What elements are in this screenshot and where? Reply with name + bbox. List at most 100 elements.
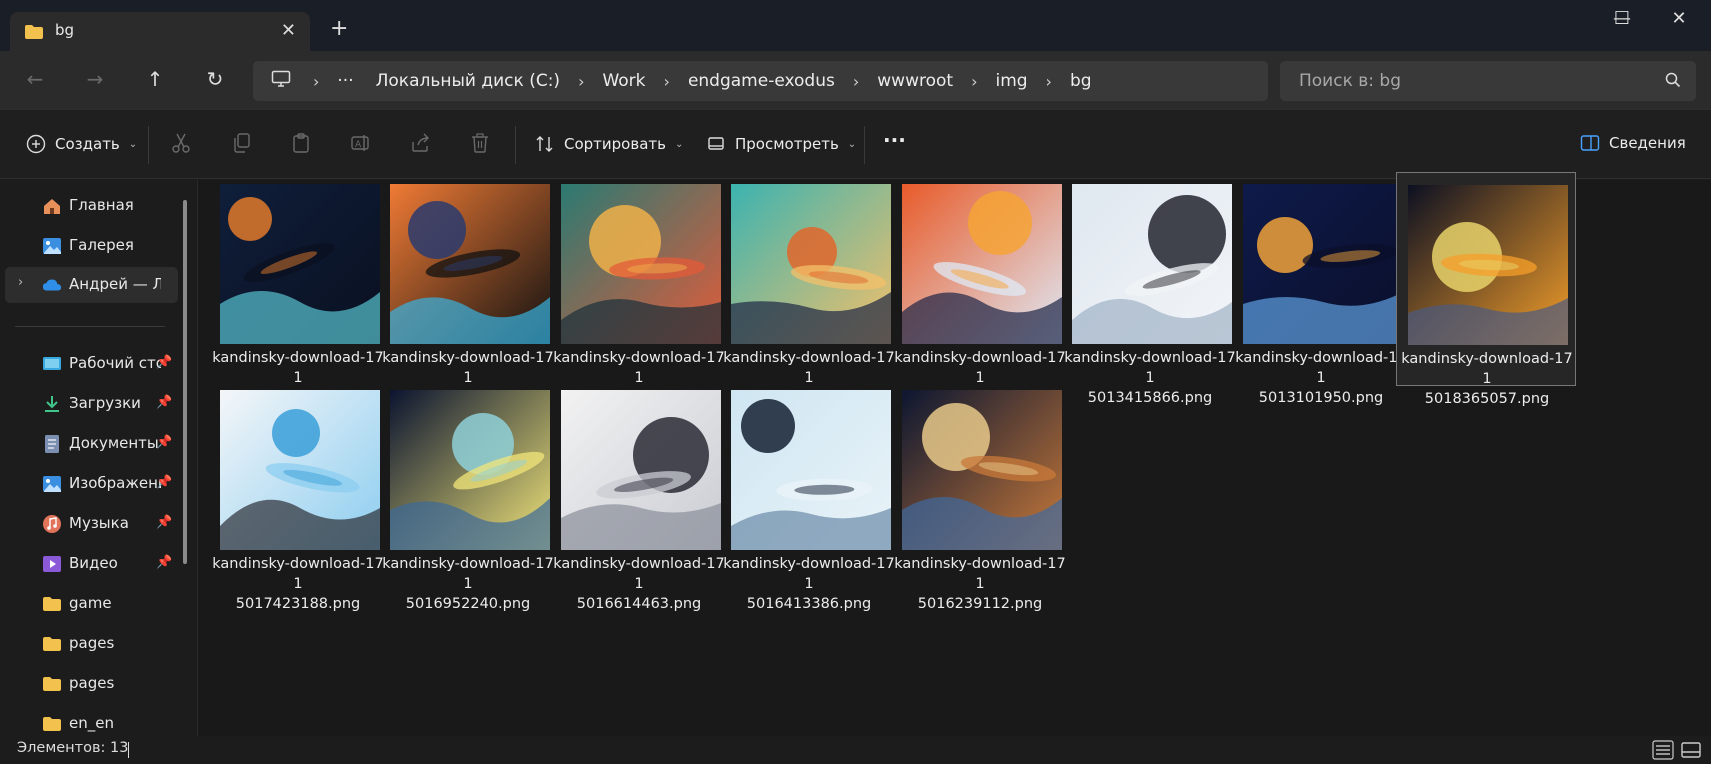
file-item[interactable]: kandinsky-download-171 5016239112.png	[890, 378, 1070, 612]
file-item[interactable]: kandinsky-download-171 5016413386.png	[719, 378, 899, 612]
share-icon[interactable]	[410, 132, 432, 158]
tab-bg[interactable]: bg ✕	[10, 12, 310, 51]
sidebar-item-music[interactable]: Музыка 📌	[0, 506, 178, 542]
breadcrumb-item[interactable]: endgame-exodus	[688, 71, 835, 91]
breadcrumb-item[interactable]: Work	[602, 71, 645, 91]
details-view-icon[interactable]	[1652, 740, 1674, 760]
cut-icon[interactable]	[171, 132, 191, 158]
image-thumbnail[interactable]	[390, 390, 550, 550]
image-thumbnail[interactable]	[902, 184, 1062, 344]
file-item[interactable]: kandinsky-download-171 5017423188.png	[208, 378, 388, 612]
breadcrumb-item[interactable]: img	[995, 71, 1027, 91]
file-item[interactable]: kandinsky-download-1715014117997.png	[890, 172, 1070, 406]
back-button[interactable]: ←	[20, 67, 50, 91]
large-icons-view-icon[interactable]	[1680, 740, 1702, 760]
sidebar-item-gallery[interactable]: Галерея	[0, 228, 178, 264]
file-name[interactable]: kandinsky-download-171 5013101950.png	[1231, 348, 1411, 408]
up-button[interactable]: ↑	[140, 67, 170, 91]
image-thumbnail[interactable]	[220, 184, 380, 344]
file-name[interactable]: kandinsky-download-171 5013415866.png	[1060, 348, 1240, 408]
pin-icon[interactable]: 📌	[156, 435, 172, 450]
image-thumbnail[interactable]	[1243, 184, 1403, 344]
file-name[interactable]: kandinsky-download-171 5016413386.png	[719, 554, 899, 614]
forward-button[interactable]: →	[80, 67, 110, 91]
breadcrumb-item[interactable]: Локальный диск (C:)	[376, 71, 560, 91]
sidebar-item-folder[interactable]: pages	[0, 626, 178, 662]
chevron-right-icon[interactable]: ›	[971, 72, 977, 91]
new-tab-button[interactable]: +	[330, 16, 348, 41]
image-thumbnail[interactable]	[902, 390, 1062, 550]
view-button[interactable]: Просмотреть ⌄	[706, 134, 856, 154]
sidebar-item-folder[interactable]: pages	[0, 666, 178, 702]
image-thumbnail[interactable]	[731, 184, 891, 344]
search-box[interactable]: Поиск в: bg	[1280, 61, 1696, 101]
file-name[interactable]: kandinsky-download-171 5016239112.png	[890, 554, 1070, 614]
computer-icon[interactable]	[271, 70, 291, 92]
sidebar-item-pictures[interactable]: Изображения 📌	[0, 466, 178, 502]
details-button[interactable]: Сведения	[1580, 134, 1686, 152]
breadcrumb-more[interactable]: ···	[337, 71, 353, 91]
delete-icon[interactable]	[470, 132, 490, 158]
file-name[interactable]: kandinsky-download-171 5018365057.png	[1397, 349, 1577, 409]
search-input[interactable]: Поиск в: bg	[1299, 71, 1401, 91]
file-item[interactable]: kandinsky-download-171 5016952240.png	[378, 378, 558, 612]
pin-icon[interactable]: 📌	[156, 475, 172, 490]
chevron-right-icon[interactable]: ›	[664, 72, 670, 91]
sidebar-item-label: pages	[69, 634, 115, 652]
rename-icon[interactable]: A	[350, 132, 372, 158]
file-item[interactable]: kandinsky-download-171 5013101950.png	[1231, 172, 1411, 406]
file-name[interactable]: kandinsky-download-171 5017423188.png	[208, 554, 388, 614]
search-icon[interactable]	[1664, 71, 1682, 93]
more-options-button[interactable]: ···	[883, 128, 906, 152]
address-bar[interactable]: › ··· Локальный диск (C:) › Work › endga…	[253, 61, 1268, 101]
file-item[interactable]: kandinsky-download-171 5018365057.png	[1396, 172, 1576, 407]
chevron-right-icon[interactable]: ›	[313, 72, 319, 91]
pin-icon[interactable]: 📌	[156, 395, 172, 410]
music-icon	[43, 515, 61, 533]
file-item[interactable]: kandinsky-download-1715015629080.png	[208, 172, 388, 406]
sidebar-item-downloads[interactable]: Загрузки 📌	[0, 386, 178, 422]
image-thumbnail[interactable]	[220, 390, 380, 550]
image-thumbnail[interactable]	[561, 184, 721, 344]
chevron-right-icon[interactable]: ›	[578, 72, 584, 91]
sidebar-item-label: Галерея	[69, 236, 134, 254]
pin-icon[interactable]: 📌	[156, 355, 172, 370]
image-thumbnail[interactable]	[561, 390, 721, 550]
file-item[interactable]: kandinsky-download-171 5013415866.png	[1060, 172, 1240, 406]
image-thumbnail[interactable]	[390, 184, 550, 344]
sidebar-scrollbar[interactable]	[183, 200, 187, 564]
image-thumbnail[interactable]	[731, 390, 891, 550]
chevron-right-icon[interactable]: ›	[18, 275, 23, 290]
file-name[interactable]: kandinsky-download-171 5016952240.png	[378, 554, 558, 614]
sidebar-item-folder[interactable]: game	[0, 586, 178, 622]
sidebar-item-home[interactable]: Главная	[0, 188, 178, 224]
create-button[interactable]: Создать ⌄	[26, 134, 137, 154]
sidebar-item-onedrive[interactable]: › Андрей — Личное	[5, 267, 178, 303]
svg-text:A: A	[355, 140, 362, 150]
breadcrumb-item[interactable]: wwwroot	[877, 71, 953, 91]
close-window-button[interactable]: ✕	[1659, 8, 1699, 29]
file-item[interactable]: kandinsky-download-1715014377753.png	[719, 172, 899, 406]
file-name[interactable]: kandinsky-download-171 5016614463.png	[549, 554, 729, 614]
copy-icon[interactable]	[232, 132, 252, 158]
sidebar-item-desktop[interactable]: Рабочий стол 📌	[0, 346, 178, 382]
tab-close-icon[interactable]: ✕	[281, 20, 296, 41]
sort-button[interactable]: Сортировать ⌄	[535, 134, 683, 154]
file-item[interactable]: kandinsky-download-1715014513688.png	[549, 172, 729, 406]
file-item[interactable]: kandinsky-download-171 5016614463.png	[549, 378, 729, 612]
breadcrumb-item[interactable]: bg	[1070, 71, 1092, 91]
file-item[interactable]: kandinsky-download-1715015134973.png	[378, 172, 558, 406]
command-bar: Создать ⌄ A Сортировать ⌄ Просмотреть ⌄ …	[0, 109, 1711, 179]
chevron-right-icon[interactable]: ›	[853, 72, 859, 91]
sidebar-item-folder[interactable]: en_en	[0, 706, 178, 736]
image-thumbnail[interactable]	[1408, 185, 1568, 345]
refresh-button[interactable]: ↻	[200, 67, 230, 91]
chevron-right-icon[interactable]: ›	[1046, 72, 1052, 91]
image-thumbnail[interactable]	[1072, 184, 1232, 344]
pin-icon[interactable]: 📌	[156, 515, 172, 530]
sidebar-item-documents[interactable]: Документы 📌	[0, 426, 178, 462]
maximize-icon[interactable]: ☐	[1602, 8, 1642, 29]
paste-icon[interactable]	[291, 132, 311, 158]
sidebar-item-videos[interactable]: Видео 📌	[0, 546, 178, 582]
pin-icon[interactable]: 📌	[156, 555, 172, 570]
